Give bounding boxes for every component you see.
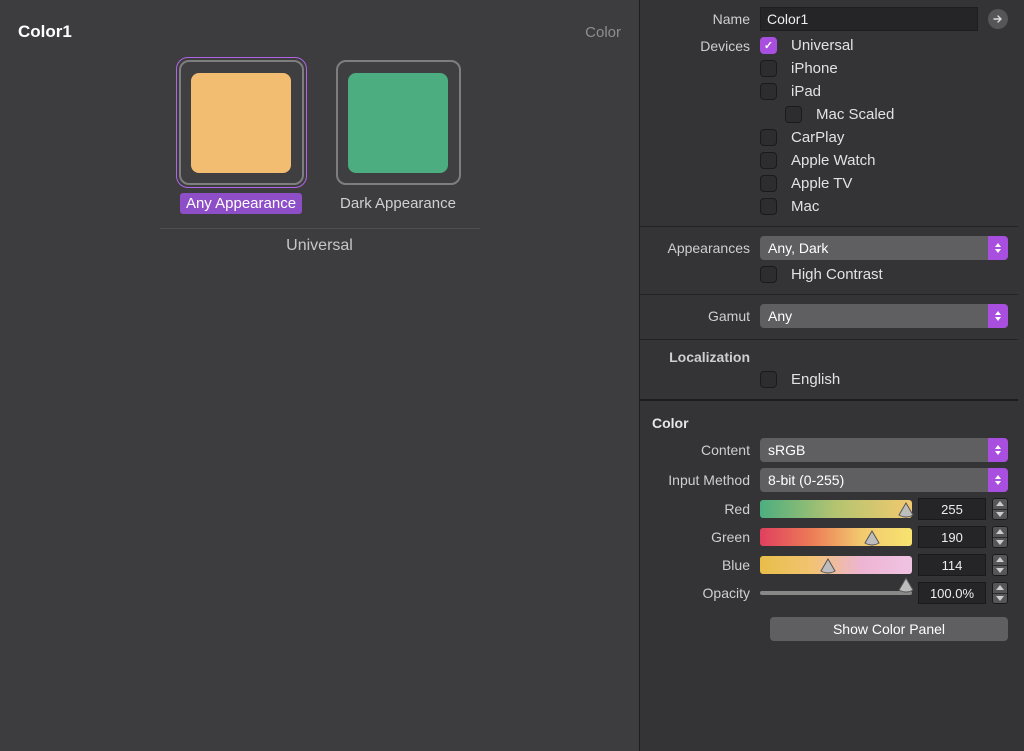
red-value-field[interactable] xyxy=(918,498,986,520)
appearances-label: Appearances xyxy=(640,240,760,256)
localization-label: Localization xyxy=(640,349,760,365)
device-label: Mac Scaled xyxy=(816,106,894,123)
red-label: Red xyxy=(640,501,760,517)
device-checkbox-carplay[interactable] xyxy=(760,129,777,146)
devices-label: Devices xyxy=(640,38,760,54)
blue-stepper[interactable] xyxy=(992,554,1008,576)
swatch-label: Dark Appearance xyxy=(334,193,462,214)
swatch-dark-appearance[interactable]: Dark Appearance xyxy=(331,60,466,214)
green-slider[interactable] xyxy=(760,528,912,546)
swatch-label: Any Appearance xyxy=(180,193,302,214)
blue-value-field[interactable] xyxy=(918,554,986,576)
red-stepper[interactable] xyxy=(992,498,1008,520)
set-name: Universal xyxy=(18,237,621,255)
show-color-panel-button[interactable]: Show Color Panel xyxy=(770,617,1008,641)
device-label: Mac xyxy=(791,198,819,215)
green-stepper[interactable] xyxy=(992,526,1008,548)
device-checkbox-apple-watch[interactable] xyxy=(760,152,777,169)
device-checkbox-mac[interactable] xyxy=(760,198,777,215)
opacity-stepper[interactable] xyxy=(992,582,1008,604)
blue-label: Blue xyxy=(640,557,760,573)
device-checkbox-universal[interactable] xyxy=(760,37,777,54)
green-value-field[interactable] xyxy=(918,526,986,548)
color-section-title: Color xyxy=(640,407,1018,435)
chevron-updown-icon xyxy=(988,304,1008,328)
chevron-updown-icon xyxy=(988,468,1008,492)
device-label: iPad xyxy=(791,83,821,100)
asset-preview-pane: Color1 Color Any Appearance Dark Appeara… xyxy=(0,0,640,751)
input-method-label: Input Method xyxy=(640,472,760,488)
name-field[interactable] xyxy=(760,7,978,31)
opacity-label: Opacity xyxy=(640,585,760,601)
gamut-label: Gamut xyxy=(640,308,760,324)
device-checkbox-ipad[interactable] xyxy=(760,83,777,100)
opacity-value-field[interactable] xyxy=(918,582,986,604)
device-label: iPhone xyxy=(791,60,838,77)
swatch-any-appearance[interactable]: Any Appearance xyxy=(174,60,309,214)
input-method-select[interactable]: 8-bit (0-255) xyxy=(760,468,1008,492)
blue-slider[interactable] xyxy=(760,556,912,574)
device-label: Universal xyxy=(791,37,854,54)
red-slider[interactable] xyxy=(760,500,912,518)
device-label: Apple TV xyxy=(791,175,852,192)
chevron-updown-icon xyxy=(988,438,1008,462)
high-contrast-label: High Contrast xyxy=(791,266,883,283)
localization-checkbox-english[interactable] xyxy=(760,371,777,388)
localization-label: English xyxy=(791,371,840,388)
device-checkbox-apple-tv[interactable] xyxy=(760,175,777,192)
high-contrast-checkbox[interactable] xyxy=(760,266,777,283)
opacity-slider[interactable] xyxy=(760,584,912,602)
swatch-row: Any Appearance Dark Appearance xyxy=(18,60,621,214)
chevron-updown-icon xyxy=(988,236,1008,260)
content-label: Content xyxy=(640,442,760,458)
device-checkbox-mac-scaled[interactable] xyxy=(785,106,802,123)
content-select[interactable]: sRGB xyxy=(760,438,1008,462)
appearances-select[interactable]: Any, Dark xyxy=(760,236,1008,260)
asset-kind: Color xyxy=(585,24,621,41)
device-label: CarPlay xyxy=(791,129,844,146)
attributes-inspector: Name Devices Universal iPhone xyxy=(640,0,1024,751)
gamut-select[interactable]: Any xyxy=(760,304,1008,328)
name-label: Name xyxy=(640,11,760,27)
asset-title: Color1 xyxy=(18,22,72,42)
device-label: Apple Watch xyxy=(791,152,876,169)
green-label: Green xyxy=(640,529,760,545)
device-checkbox-iphone[interactable] xyxy=(760,60,777,77)
navigate-icon[interactable] xyxy=(988,9,1008,29)
